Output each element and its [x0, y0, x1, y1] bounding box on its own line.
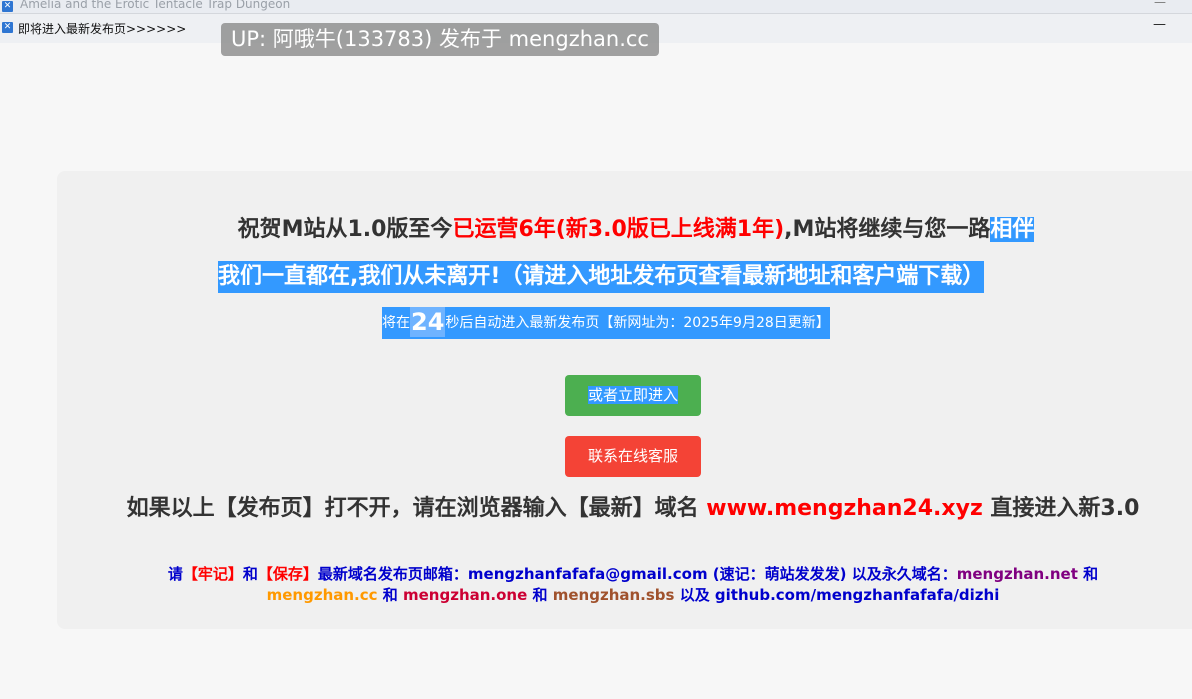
headline-selected-text: 相伴 — [990, 217, 1035, 242]
footer-domain-cc: mengzhan.cc — [266, 586, 378, 604]
footer-and-2: 和 — [377, 586, 403, 604]
outer-window-titlebar: ✕ Amelia and the Erotic Tentacle Trap Du… — [0, 0, 1192, 13]
app-icon: ✕ — [2, 1, 13, 12]
footer-remember: 【牢记】 — [182, 565, 243, 583]
headline-part-3: ,M站将继续与您一路 — [784, 217, 991, 242]
footer-domain-sbs: mengzhan.sbs — [552, 586, 675, 604]
outer-minimize-button[interactable]: — — [1154, 0, 1166, 9]
enter-now-button[interactable]: 或者立即进入 — [565, 375, 701, 416]
footer-domain-one: mengzhan.one — [403, 586, 528, 604]
fallback-notice: 如果以上【发布页】打不开，请在浏览器输入【最新】域名 www.mengzhan2… — [120, 495, 1146, 523]
uploader-watermark: UP: 阿哦牛(133783) 发布于 mengzhan.cc — [221, 23, 659, 56]
footer-github-text: 以及 github.com/mengzhanfafafa/dizhi — [674, 586, 1000, 604]
headline: 祝贺M站从1.0版至今已运营6年(新3.0版已上线满1年),M站将继续与您一路相… — [0, 213, 1192, 247]
inner-window-title: 即将进入最新发布页>>>>>> — [18, 22, 187, 36]
countdown-suffix: 秒后自动进入最新发布页【新网址为：2025年9月28日更新】 — [445, 315, 830, 331]
footer-text-and: 和 — [242, 565, 258, 583]
countdown-seconds: 24 — [410, 307, 446, 337]
outer-window-title: Amelia and the Erotic Tentacle Trap Dung… — [20, 0, 291, 11]
latest-domain-text: www.mengzhan24.xyz — [706, 496, 983, 521]
contact-support-button[interactable]: 联系在线客服 — [565, 436, 701, 477]
footer-and-1: 和 — [1077, 565, 1099, 583]
fallback-suffix: 直接进入新3.0 — [990, 496, 1140, 521]
countdown-prefix: 将在 — [382, 315, 410, 331]
footer-and-3: 和 — [527, 586, 553, 604]
subheadline: 我们一直都在,我们从未离开!（请进入地址发布页查看最新地址和客户端下载） — [218, 261, 985, 293]
fallback-prefix: 如果以上【发布页】打不开，请在浏览器输入【最新】域名 — [126, 496, 699, 521]
footer-text-1: 请 — [167, 565, 183, 583]
footer-save: 【保存】 — [257, 565, 318, 583]
footer-domain-net: mengzhan.net — [956, 565, 1078, 583]
footer-email-text: 最新域名发布页邮箱：mengzhanfafafa@gmail.com (速记：萌… — [317, 565, 957, 583]
headline-part-1: 祝贺M站从1.0版至今 — [237, 217, 453, 242]
headline-highlight: 已运营6年(新3.0版已上线满1年) — [452, 217, 785, 242]
app-icon: ✕ — [2, 22, 13, 33]
countdown-line: 将在24秒后自动进入最新发布页【新网址为：2025年9月28日更新】 — [382, 307, 830, 339]
footer-domains: 请【牢记】和【保存】最新域名发布页邮箱：mengzhanfafafa@gmail… — [120, 564, 1146, 606]
enter-now-label: 或者立即进入 — [587, 386, 678, 404]
minimize-button[interactable]: — — [1153, 17, 1166, 32]
